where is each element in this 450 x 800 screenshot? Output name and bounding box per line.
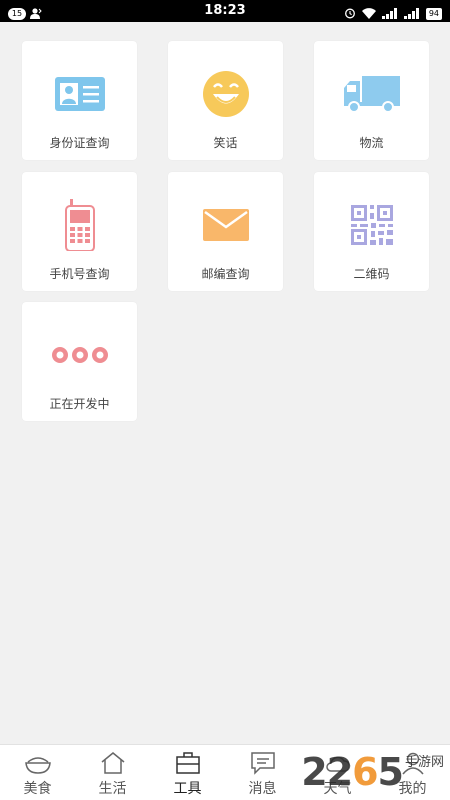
wifi-icon	[361, 4, 376, 23]
watermark-site: 手游网	[404, 755, 444, 770]
smiley-face-icon	[168, 71, 283, 117]
mobile-phone-icon	[22, 199, 137, 251]
tool-id-card-query[interactable]: 身份证查询	[22, 41, 137, 160]
tab-label: 工具	[173, 781, 202, 797]
delivery-truck-icon	[314, 71, 429, 117]
tool-label: 身份证查询	[49, 136, 110, 150]
status-bar: 15 18:23 94	[0, 0, 450, 22]
battery-indicator: 94	[425, 7, 442, 20]
tool-postcode-query[interactable]: 邮编查询	[168, 172, 283, 291]
toolbox-icon	[150, 751, 225, 775]
watermark-logo: 2265 手游网	[301, 750, 444, 794]
tab-life[interactable]: 生活	[75, 745, 150, 800]
tool-qr-code[interactable]: 二维码	[314, 172, 429, 291]
envelope-icon	[168, 202, 283, 248]
tab-label: 消息	[248, 781, 277, 797]
tool-phone-query[interactable]: 手机号查询	[22, 172, 137, 291]
three-dots-icon	[22, 332, 137, 378]
tab-messages[interactable]: 消息	[225, 745, 300, 800]
id-card-icon	[22, 71, 137, 117]
tool-label: 物流	[359, 136, 384, 150]
signal-icon	[381, 4, 398, 23]
tab-tools[interactable]: 工具	[150, 745, 225, 800]
tool-label: 二维码	[353, 267, 390, 281]
tab-label: 美食	[23, 781, 52, 797]
rice-bowl-icon	[0, 751, 75, 775]
tool-in-development[interactable]: 正在开发中	[22, 302, 137, 421]
tool-logistics[interactable]: 物流	[314, 41, 429, 160]
tool-label: 笑话	[213, 136, 238, 150]
watermark-number: 2265	[301, 750, 404, 794]
tab-label: 生活	[98, 781, 127, 797]
status-right: 94	[344, 4, 442, 23]
tool-label: 手机号查询	[49, 267, 110, 281]
alarm-icon	[344, 4, 356, 23]
tool-label: 邮编查询	[201, 267, 250, 281]
signal-icon-2	[403, 4, 420, 23]
tool-label: 正在开发中	[49, 397, 110, 411]
qr-code-icon	[314, 202, 429, 248]
tool-jokes[interactable]: 笑话	[168, 41, 283, 160]
message-icon	[225, 751, 300, 775]
tab-food[interactable]: 美食	[0, 745, 75, 800]
house-icon	[75, 751, 150, 775]
